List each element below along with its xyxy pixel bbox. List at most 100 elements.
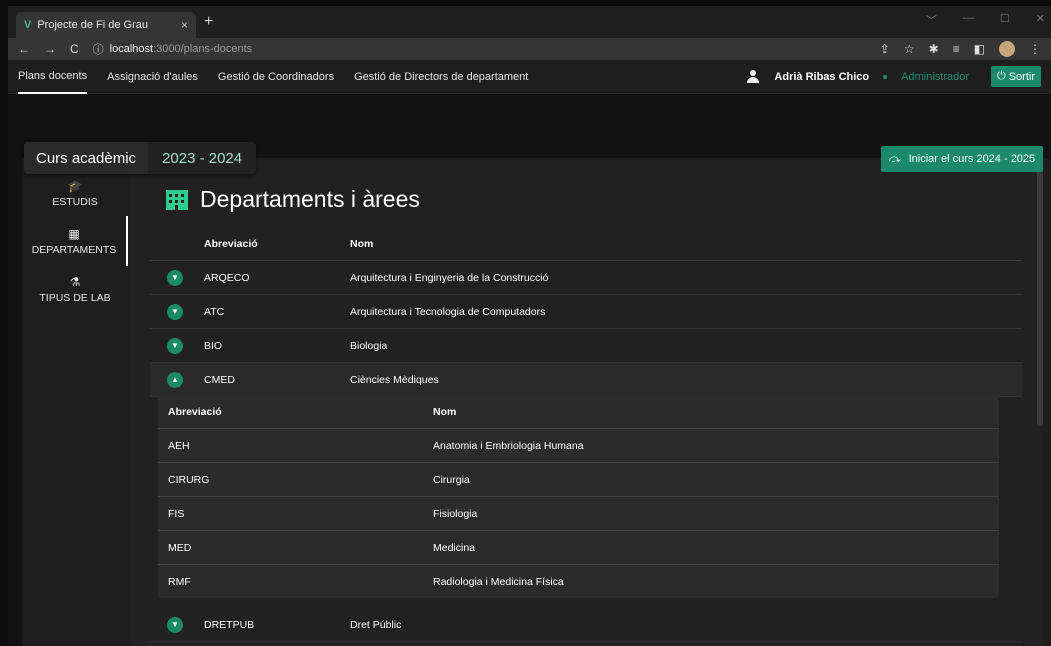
nav-plans-docents[interactable]: Plans docents <box>18 60 88 94</box>
sidebar-item-label: ESTUDIS <box>52 195 98 208</box>
chevron-up-icon[interactable]: ▲ <box>167 371 183 388</box>
redo-arrow-icon: ⤼ <box>888 152 901 165</box>
user-role: Administrador <box>901 70 970 83</box>
row-abbr: DRETPUB <box>204 618 255 631</box>
address-bar: ← → C ⓘ localhost:3000/plans-docents ⇪ ☆… <box>8 38 1051 60</box>
user-name: Adrià Ribas Chico <box>774 70 870 83</box>
logout-button[interactable]: ⏻ Sortir <box>991 66 1041 87</box>
table-row[interactable]: ▼ BIO Biologia <box>150 329 1022 363</box>
minimize-icon[interactable]: — <box>963 12 974 28</box>
content-area: Departaments i àrees Abreviació Nom ▼ AR… <box>130 158 1043 646</box>
sub-row-name: Medicina <box>433 541 476 554</box>
chevron-down-icon[interactable]: ▼ <box>167 337 183 354</box>
sidebar-item-label: DEPARTAMENTS <box>31 243 117 256</box>
logout-label: Sortir <box>1008 70 1035 83</box>
sub-row-abbr: RMF <box>168 576 191 588</box>
site-info-icon[interactable]: ⓘ <box>93 41 104 57</box>
sub-table-areas: Abreviació Nom AEH Anatomia i Embriologi… <box>158 395 999 598</box>
chevron-down-icon[interactable]: ▼ <box>167 616 183 633</box>
column-header-abbr: Abreviació <box>204 238 258 250</box>
row-abbr: BIO <box>204 339 223 352</box>
row-name: Arquitectura i Enginyeria de la Construc… <box>350 271 549 284</box>
power-icon: ⏻ <box>997 70 1006 82</box>
url-path: :3000/plans-docents <box>153 43 253 55</box>
chevron-down-icon[interactable]: ▼ <box>167 303 183 320</box>
new-tab-button[interactable]: + <box>204 13 213 31</box>
sub-row-name: Cirurgia <box>433 473 470 486</box>
table-row[interactable]: ▼ DRETPUB Dret Públic <box>150 608 1022 642</box>
url-field[interactable]: ⓘ localhost:3000/plans-docents <box>93 41 253 57</box>
browser-window: V Projecte de Fi de Grau × + ﹀ — ☐ ✕ ← →… <box>8 6 1051 646</box>
main-panel: 🎓 ESTUDIS ▦ DEPARTAMENTS ⚗ TIPUS DE LAB … <box>22 158 1051 646</box>
row-name: Biologia <box>350 339 388 352</box>
sub-row-name: Fisiologia <box>433 507 478 520</box>
back-icon[interactable]: ← <box>18 42 30 56</box>
tab-title: Projecte de Fi de Grau <box>37 19 149 31</box>
nav-gestio-coordinadors[interactable]: Gestió de Coordinadors <box>218 60 334 94</box>
table-row-expanded[interactable]: ▲ CMED Ciències Mèdiques <box>150 363 1022 397</box>
vue-favicon-icon: V <box>24 19 32 31</box>
sidebar-item-estudis[interactable]: 🎓 ESTUDIS <box>22 168 128 218</box>
sidebar-item-label: TIPUS DE LAB <box>39 291 111 304</box>
reload-icon[interactable]: C <box>70 42 79 56</box>
sub-row-name: Radiologia i Medicina Física <box>433 576 564 588</box>
app-navbar: Plans docents Assignació d'aules Gestió … <box>8 60 1051 94</box>
side-panel-icon[interactable]: ◧ <box>974 42 985 56</box>
sidebar-item-departaments[interactable]: ▦ DEPARTAMENTS <box>22 216 128 266</box>
sub-row-abbr: AEH <box>168 439 190 452</box>
sub-table-row[interactable]: MED Medicina <box>158 531 999 565</box>
column-header-name: Nom <box>350 238 374 250</box>
user-icon <box>746 69 760 84</box>
start-course-label: Iniciar el curs 2024 - 2025 <box>908 153 1036 165</box>
row-abbr: CMED <box>204 373 235 386</box>
sub-table-row[interactable]: AEH Anatomia i Embriologia Humana <box>158 429 999 463</box>
chevron-down-icon[interactable]: ▼ <box>167 269 183 286</box>
share-icon[interactable]: ⇪ <box>880 42 890 56</box>
page-title: Departaments i àrees <box>166 186 420 213</box>
course-label: Curs acadèmic <box>24 142 149 174</box>
sub-column-header-abbr: Abreviació <box>168 405 222 418</box>
reading-list-icon[interactable]: ≡ <box>953 42 960 56</box>
tab-bar: V Projecte de Fi de Grau × + ﹀ — ☐ ✕ <box>8 6 1051 38</box>
sub-table-row[interactable]: FIS Fisiologia <box>158 497 999 531</box>
start-course-button[interactable]: ⤼ Iniciar el curs 2024 - 2025 <box>881 146 1043 172</box>
sub-row-abbr: CIRURG <box>168 473 210 486</box>
bookmark-star-icon[interactable]: ☆ <box>904 42 915 56</box>
sub-row-name: Anatomia i Embriologia Humana <box>433 439 584 452</box>
sub-table-header: Abreviació Nom <box>158 395 999 429</box>
scrollbar[interactable] <box>1037 164 1043 426</box>
close-tab-icon[interactable]: × <box>181 18 188 32</box>
row-abbr: ARQECO <box>204 271 250 284</box>
forward-icon[interactable]: → <box>44 42 56 56</box>
course-selector: Curs acadèmic 2023 - 2024 <box>24 142 257 174</box>
nav-gestio-directors[interactable]: Gestió de Directors de departament <box>354 60 528 94</box>
sub-row-abbr: FIS <box>168 507 185 520</box>
page-title-text: Departaments i àrees <box>200 186 420 212</box>
building-icon: ▦ <box>68 226 80 241</box>
menu-kebab-icon[interactable]: ⋮ <box>1029 42 1041 56</box>
role-dot-icon <box>883 74 888 79</box>
tab-search-icon[interactable]: ﹀ <box>926 12 937 28</box>
row-name: Dret Públic <box>350 618 402 631</box>
browser-tab[interactable]: V Projecte de Fi de Grau × <box>16 12 196 38</box>
sub-table-row[interactable]: CIRURG Cirurgia <box>158 463 999 497</box>
building-icon <box>166 189 188 210</box>
profile-avatar[interactable] <box>999 41 1015 57</box>
maximize-icon[interactable]: ☐ <box>1000 12 1010 28</box>
row-abbr: ATC <box>204 305 225 318</box>
sidebar-item-tipus-lab[interactable]: ⚗ TIPUS DE LAB <box>22 264 128 314</box>
table-header: Abreviació Nom <box>150 228 1022 261</box>
row-name: Ciències Mèdiques <box>350 373 439 386</box>
close-window-icon[interactable]: ✕ <box>1036 12 1045 28</box>
table-row[interactable]: ▼ ATC Arquitectura i Tecnologia de Compu… <box>150 295 1022 329</box>
sub-column-header-name: Nom <box>433 405 457 418</box>
course-value[interactable]: 2023 - 2024 <box>148 150 256 167</box>
extensions-icon[interactable]: ✱ <box>929 42 939 56</box>
sub-row-abbr: MED <box>168 541 192 554</box>
sidebar: 🎓 ESTUDIS ▦ DEPARTAMENTS ⚗ TIPUS DE LAB <box>22 158 130 646</box>
window-controls: ﹀ — ☐ ✕ <box>926 12 1045 28</box>
nav-assignacio-aules[interactable]: Assignació d'aules <box>107 60 198 94</box>
flask-icon: ⚗ <box>69 274 81 289</box>
sub-table-row[interactable]: RMF Radiologia i Medicina Física <box>158 565 999 599</box>
table-row[interactable]: ▼ ARQECO Arquitectura i Enginyeria de la… <box>150 261 1022 295</box>
